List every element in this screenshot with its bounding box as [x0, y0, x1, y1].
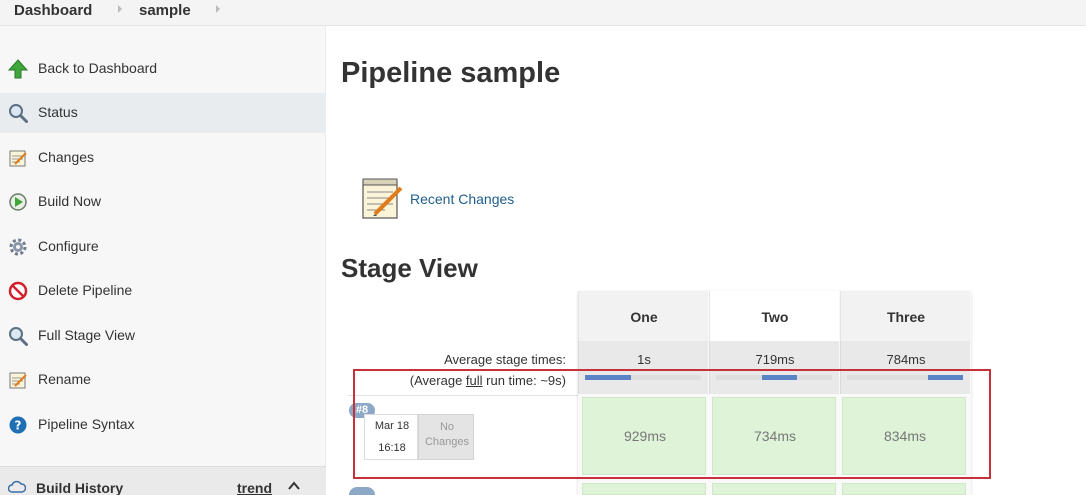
sidebar-item-label: Build Now	[38, 193, 102, 209]
breadcrumb-dashboard[interactable]: Dashboard	[14, 2, 92, 19]
stage-run-cell-success[interactable]	[842, 483, 966, 495]
avg-stage-times-label: Average stage times:	[444, 352, 566, 367]
sidebar-item-label: Configure	[38, 238, 99, 254]
page-title: Pipeline sample	[341, 57, 561, 89]
breadcrumb: Dashboard sample	[0, 0, 1086, 26]
stage-header-one[interactable]: One	[578, 291, 708, 341]
breadcrumb-sample[interactable]: sample	[139, 2, 191, 19]
sidebar-item-rename[interactable]: Rename	[0, 360, 326, 400]
sidebar-item-back-to-dashboard[interactable]: Back to Dashboard	[0, 49, 326, 89]
build-history-header: Build History trend	[0, 466, 326, 495]
build-number-badge[interactable]	[349, 487, 375, 495]
sidebar-item-label: Full Stage View	[38, 327, 136, 343]
sidebar-item-label: Delete Pipeline	[38, 282, 133, 298]
chevron-up-icon[interactable]	[287, 480, 301, 492]
cloud-icon	[8, 480, 26, 493]
stage-header-label: Three	[886, 309, 926, 325]
stage-header-label: Two	[761, 309, 789, 325]
sidebar-item-label: Pipeline Syntax	[38, 416, 135, 432]
avg-stage-time-value: 1s	[637, 352, 651, 367]
stage-run-cell-success[interactable]	[712, 483, 836, 495]
avg-stage-time-value: 784ms	[886, 352, 926, 367]
sidebar: Back to Dashboard Status Changes Build N…	[0, 26, 326, 495]
build-history-title: Build History	[36, 480, 124, 495]
svg-text:?: ?	[15, 419, 22, 433]
sidebar-item-delete-pipeline[interactable]: Delete Pipeline	[0, 271, 326, 311]
avg-stage-time-value: 719ms	[755, 352, 795, 367]
sidebar-item-label: Status	[38, 104, 78, 120]
magnifier-icon	[9, 104, 28, 123]
recent-changes-link[interactable]: Recent Changes	[410, 191, 514, 207]
gear-icon	[9, 238, 27, 256]
up-arrow-icon	[8, 59, 28, 79]
stage-view-title: Stage View	[341, 253, 478, 283]
sidebar-item-label: Changes	[38, 149, 95, 165]
notepad-icon[interactable]	[359, 176, 405, 222]
build-clock-icon	[9, 193, 27, 211]
help-icon: ?	[9, 416, 27, 434]
trend-link[interactable]: trend	[237, 480, 272, 495]
notepad-icon	[9, 150, 27, 167]
no-entry-icon	[8, 281, 28, 301]
sidebar-item-status[interactable]: Status	[0, 93, 326, 133]
sidebar-item-build-now[interactable]: Build Now	[0, 182, 326, 222]
stage-header-two[interactable]: Two	[709, 291, 839, 341]
sidebar-item-changes[interactable]: Changes	[0, 138, 326, 178]
stage-run-cell-success[interactable]	[582, 483, 706, 495]
sidebar-item-configure[interactable]: Configure	[0, 227, 326, 267]
magnifier-icon	[9, 327, 28, 346]
sidebar-item-label: Rename	[38, 371, 91, 387]
sidebar-item-label: Back to Dashboard	[38, 60, 158, 76]
breadcrumb-separator-icon[interactable]	[216, 5, 220, 13]
notepad-icon	[9, 372, 27, 389]
stage-header-label: One	[630, 309, 658, 325]
sidebar-item-full-stage-view[interactable]: Full Stage View	[0, 316, 326, 356]
highlight-annotation-box	[353, 369, 991, 479]
sidebar-item-pipeline-syntax[interactable]: ? Pipeline Syntax	[0, 405, 326, 445]
stage-header-three[interactable]: Three	[840, 291, 970, 341]
breadcrumb-separator-icon[interactable]	[118, 5, 122, 13]
